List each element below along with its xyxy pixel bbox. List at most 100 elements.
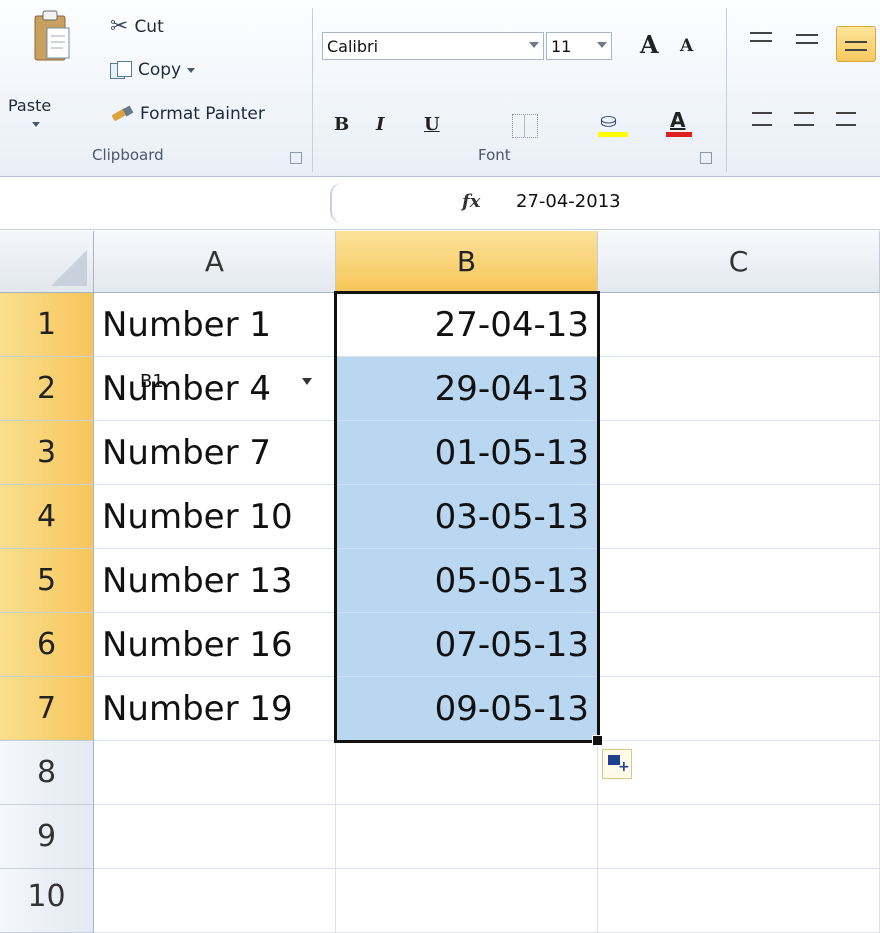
- row-header-1[interactable]: 1: [0, 293, 94, 357]
- font-color-icon: A: [670, 108, 686, 132]
- cell-c6[interactable]: [598, 613, 880, 677]
- column-header-c[interactable]: C: [598, 231, 880, 293]
- row-header-3[interactable]: 3: [0, 421, 94, 485]
- align-top-button[interactable]: [750, 30, 772, 52]
- fx-icon[interactable]: fx: [462, 191, 480, 212]
- cell-a5[interactable]: Number 13: [94, 549, 336, 613]
- row-header-2[interactable]: 2: [0, 357, 94, 421]
- grow-font-button[interactable]: A: [640, 30, 659, 59]
- row-header-5[interactable]: 5: [0, 549, 94, 613]
- fill-handle[interactable]: [592, 735, 603, 746]
- font-size-value: 11: [551, 36, 572, 56]
- clipboard-group-label: Clipboard: [92, 146, 164, 164]
- paint-bucket-icon: ⛀: [600, 108, 617, 132]
- align-middle-button[interactable]: [796, 34, 818, 56]
- row-header-10[interactable]: 10: [0, 869, 94, 933]
- align-right-button[interactable]: [836, 112, 858, 132]
- bold-button[interactable]: B: [334, 114, 349, 135]
- cell-b7[interactable]: 09-05-13: [336, 677, 598, 741]
- shrink-font-button[interactable]: A: [680, 36, 693, 56]
- dialog-launcher-icon[interactable]: [290, 152, 302, 164]
- cell-a10[interactable]: [94, 869, 336, 933]
- group-divider: [726, 8, 727, 172]
- ribbon: Paste ✂ Cut Copy Format Painter Clipboar…: [0, 0, 880, 177]
- cell-a7[interactable]: Number 19: [94, 677, 336, 741]
- cell-a3[interactable]: Number 7: [94, 421, 336, 485]
- font-size-combo[interactable]: 11: [546, 32, 612, 60]
- italic-icon: I: [376, 114, 385, 135]
- row-header-7[interactable]: 7: [0, 677, 94, 741]
- cell-a2[interactable]: Number 4: [94, 357, 336, 421]
- cell-b5[interactable]: 05-05-13: [336, 549, 598, 613]
- grow-font-icon: A: [640, 30, 659, 59]
- cell-c2[interactable]: [598, 357, 880, 421]
- font-name-value: Calibri: [327, 36, 379, 56]
- underline-icon: U: [424, 114, 440, 135]
- font-color-bar: [666, 132, 692, 137]
- cell-c10[interactable]: [598, 869, 880, 933]
- column-header-a[interactable]: A: [94, 231, 336, 293]
- cell-b6[interactable]: 07-05-13: [336, 613, 598, 677]
- copy-button[interactable]: Copy: [110, 60, 196, 80]
- cut-label: Cut: [134, 16, 164, 37]
- cell-a6[interactable]: Number 16: [94, 613, 336, 677]
- cell-b3[interactable]: 01-05-13: [336, 421, 598, 485]
- bold-icon: B: [334, 114, 350, 135]
- chevron-down-icon: [529, 42, 539, 48]
- shrink-font-icon: A: [680, 36, 694, 56]
- chevron-down-icon: [32, 122, 40, 127]
- fill-color-button[interactable]: ⛀: [596, 108, 630, 140]
- cell-a4[interactable]: Number 10: [94, 485, 336, 549]
- cell-c3[interactable]: [598, 421, 880, 485]
- align-middle-icon: [796, 34, 818, 44]
- cell-b8[interactable]: [336, 741, 598, 805]
- align-bottom-button[interactable]: [836, 26, 876, 62]
- font-color-button[interactable]: A: [664, 108, 694, 140]
- cell-a9[interactable]: [94, 805, 336, 869]
- cell-b1[interactable]: 27-04-13: [336, 293, 598, 357]
- fill-color-bar: [598, 132, 628, 137]
- cell-c9[interactable]: [598, 805, 880, 869]
- underline-button[interactable]: U: [424, 114, 440, 135]
- cell-c7[interactable]: [598, 677, 880, 741]
- plus-icon: +: [618, 759, 630, 775]
- copy-icon: [110, 61, 132, 79]
- align-top-icon: [750, 32, 772, 42]
- select-all-corner[interactable]: [0, 231, 94, 293]
- cell-b4[interactable]: 03-05-13: [336, 485, 598, 549]
- align-left-button[interactable]: [752, 112, 774, 132]
- row-header-6[interactable]: 6: [0, 613, 94, 677]
- cell-a1[interactable]: Number 1: [94, 293, 336, 357]
- paste-button[interactable]: Paste: [8, 4, 88, 144]
- cell-c8[interactable]: [598, 741, 880, 805]
- paintbrush-icon: [110, 105, 134, 123]
- column-header-b[interactable]: B: [336, 231, 598, 293]
- cell-c5[interactable]: [598, 549, 880, 613]
- format-painter-button[interactable]: Format Painter: [110, 104, 265, 124]
- formula-bar: B 1 fx 27-04-2013: [0, 177, 880, 392]
- formula-bar-divider[interactable]: [330, 183, 346, 223]
- cell-c1[interactable]: [598, 293, 880, 357]
- paste-label: Paste: [8, 96, 52, 115]
- font-group-label: Font: [478, 146, 511, 164]
- align-center-button[interactable]: [794, 112, 816, 132]
- italic-button[interactable]: I: [376, 114, 384, 135]
- row-header-9[interactable]: 9: [0, 805, 94, 869]
- align-center-icon: [794, 112, 814, 126]
- auto-fill-options-button[interactable]: +: [602, 749, 632, 779]
- font-name-combo[interactable]: Calibri: [322, 32, 544, 60]
- cell-a8[interactable]: [94, 741, 336, 805]
- formula-input[interactable]: 27-04-2013: [516, 191, 621, 212]
- row-header-8[interactable]: 8: [0, 741, 94, 805]
- borders-button[interactable]: [512, 114, 538, 138]
- cell-b2[interactable]: 29-04-13: [336, 357, 598, 421]
- cell-c4[interactable]: [598, 485, 880, 549]
- dialog-launcher-icon[interactable]: [700, 152, 712, 164]
- cell-b10[interactable]: [336, 869, 598, 933]
- cut-button[interactable]: ✂ Cut: [110, 14, 164, 39]
- copy-label: Copy: [138, 60, 182, 80]
- cell-b9[interactable]: [336, 805, 598, 869]
- spreadsheet-grid: A B C 1 Number 1 27-04-13 2 Number 4 29-…: [0, 231, 880, 933]
- row-header-4[interactable]: 4: [0, 485, 94, 549]
- chevron-down-icon: [597, 42, 607, 48]
